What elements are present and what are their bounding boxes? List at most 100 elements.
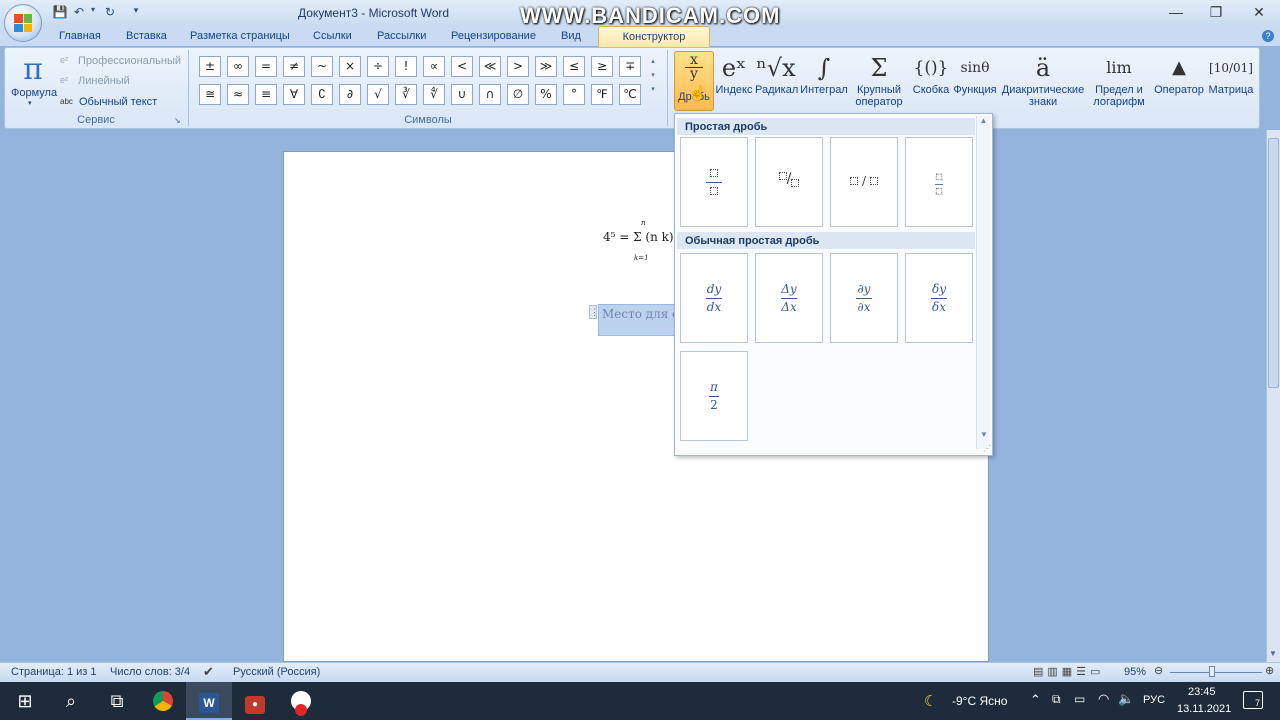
tab-page-layout[interactable]: Разметка страницы	[190, 30, 290, 42]
radical-button[interactable]: ⁿ√x Радикал	[755, 52, 798, 96]
scrollbar-thumb[interactable]	[1268, 138, 1279, 388]
formula-button[interactable]: Формула	[11, 87, 57, 99]
volume-icon[interactable]: 🔈	[1118, 691, 1134, 707]
symbol-button[interactable]: >	[507, 56, 529, 77]
symbol-button[interactable]: ≅	[199, 84, 221, 105]
symbol-button[interactable]: !	[395, 56, 417, 77]
undo-icon[interactable]: ↶	[72, 5, 86, 21]
help-icon[interactable]: ?	[1262, 30, 1274, 42]
input-language[interactable]: РУС	[1143, 694, 1165, 706]
search-icon[interactable]: ⌕	[48, 682, 94, 720]
symbol-button[interactable]: ≫	[535, 56, 557, 77]
weather-text[interactable]: -9°C Ясно	[952, 694, 1007, 708]
fraction-small[interactable]	[905, 137, 973, 227]
equation-handle-icon[interactable]: ⋮	[589, 305, 599, 319]
symbol-button[interactable]: ∁	[311, 84, 333, 105]
index-button[interactable]: eˣ Индекс	[715, 52, 753, 96]
minimize-icon[interactable]: —	[1166, 4, 1186, 20]
symbol-button[interactable]: ∝	[423, 56, 445, 77]
tab-home[interactable]: Главная	[59, 30, 101, 42]
scroll-up-icon[interactable]: ▲	[977, 116, 990, 125]
maximize-icon[interactable]: ❐	[1206, 4, 1226, 20]
matrix-button[interactable]: [10/01] Матрица	[1207, 52, 1255, 96]
clock-time[interactable]: 23:45	[1188, 686, 1216, 698]
undo-dropdown-icon[interactable]: ▾	[88, 5, 98, 21]
close-icon[interactable]: ✕	[1249, 4, 1269, 20]
wifi-icon[interactable]: ◠	[1098, 691, 1109, 707]
notifications-icon[interactable]: 7	[1243, 691, 1263, 709]
equation-1[interactable]: 4⁵ = Σ (n k)	[603, 230, 674, 244]
large-operator-button[interactable]: Σ Крупный оператор	[850, 52, 908, 108]
symbol-button[interactable]: ∅	[507, 84, 529, 105]
zoom-slider-thumb[interactable]	[1209, 666, 1215, 677]
symbol-button[interactable]: ∀	[283, 84, 305, 105]
tab-references[interactable]: Ссылки	[313, 30, 352, 42]
fraction-stacked[interactable]	[680, 137, 748, 227]
symbol-button[interactable]: ≡	[255, 84, 277, 105]
chrome-icon[interactable]	[140, 682, 186, 720]
fraction-delta-y-delta-x[interactable]: Δy Δx	[755, 253, 823, 343]
spellcheck-icon[interactable]: ✔	[203, 664, 214, 680]
function-button[interactable]: sinθ Функция	[952, 52, 998, 96]
zoom-out-icon[interactable]: ⊖	[1154, 664, 1163, 677]
fraction-dy-dx[interactable]: dy dx	[680, 253, 748, 343]
symbol-button[interactable]: %	[535, 84, 557, 105]
symbol-button[interactable]: ≠	[283, 56, 305, 77]
fraction-skewed[interactable]: /	[755, 137, 823, 227]
tab-review[interactable]: Рецензирование	[451, 30, 536, 42]
view-buttons-icon[interactable]: ▤▥▦☰▭	[1033, 665, 1104, 678]
symbol-button[interactable]: ×	[339, 56, 361, 77]
gallery-scrollbar[interactable]: ▲ ▼	[976, 116, 990, 449]
tray-expand-icon[interactable]: ⌃	[1030, 692, 1041, 708]
bracket-button[interactable]: {()} Скобка	[910, 52, 952, 96]
limit-log-button[interactable]: lim Предел и логарифм	[1087, 52, 1151, 108]
professional-button[interactable]: Профессиональный	[78, 55, 181, 67]
accents-button[interactable]: ä Диакритические знаки	[1000, 52, 1086, 108]
symbol-button[interactable]: ≥	[591, 56, 613, 77]
symbol-button[interactable]: ∞	[227, 56, 249, 77]
fraction-small-delta[interactable]: δy δx	[905, 253, 973, 343]
office-button[interactable]	[4, 4, 42, 42]
tab-insert[interactable]: Вставка	[126, 30, 167, 42]
record-icon[interactable]	[278, 682, 324, 720]
service-launcher-icon[interactable]: ↘	[174, 116, 181, 125]
symbol-button[interactable]: =	[255, 56, 277, 77]
windows-start-icon[interactable]: ⊞	[2, 682, 48, 720]
symbol-button[interactable]: ℃	[619, 84, 641, 105]
symbol-button[interactable]: √	[367, 84, 389, 105]
symbol-button[interactable]: <	[451, 56, 473, 77]
fraction-pi-over-2[interactable]: π2	[680, 351, 748, 441]
bandicam-taskbar-icon[interactable]: ●	[232, 682, 278, 720]
tab-constructor[interactable]: Конструктор	[598, 26, 710, 48]
formula-dropdown-icon[interactable]: ▾	[28, 99, 32, 107]
fraction-linear[interactable]: /	[830, 137, 898, 227]
integral-button[interactable]: ∫ Интеграл	[799, 52, 849, 96]
fraction-partial-y-partial-x[interactable]: ∂y ∂x	[830, 253, 898, 343]
customize-qat-icon[interactable]: ▾	[130, 5, 142, 21]
symbol-button[interactable]: ÷	[367, 56, 389, 77]
symbol-button[interactable]: ≤	[563, 56, 585, 77]
word-taskbar-icon[interactable]: W	[186, 682, 232, 720]
symbols-scroll-icon[interactable]: ▴ ▾ ▾	[648, 55, 658, 97]
next-page-icon[interactable]: ▼	[1269, 649, 1277, 658]
zoom-in-icon[interactable]: ⊕	[1265, 664, 1274, 677]
battery-icon[interactable]: ▭	[1074, 692, 1085, 706]
symbol-button[interactable]: ∛	[395, 84, 417, 105]
symbol-button[interactable]: ≪	[479, 56, 501, 77]
resize-grip-icon[interactable]: ⋰	[983, 444, 991, 453]
word-count[interactable]: Число слов: 3/4	[110, 666, 190, 678]
tray-app-icon[interactable]: ⧉	[1052, 692, 1061, 707]
symbol-button[interactable]: ±	[199, 56, 221, 77]
pi-icon[interactable]: π	[18, 52, 48, 87]
symbol-button[interactable]: ∩	[479, 84, 501, 105]
tab-mailings[interactable]: Рассылки	[377, 30, 426, 42]
task-view-icon[interactable]: ⧉	[94, 682, 140, 720]
zoom-level[interactable]: 95%	[1124, 666, 1146, 678]
symbol-button[interactable]: ℉	[591, 84, 613, 105]
plain-text-button[interactable]: Обычный текст	[79, 96, 157, 108]
symbol-button[interactable]: ~	[311, 56, 333, 77]
operator-button[interactable]: ▲ Оператор	[1152, 52, 1206, 96]
page-count[interactable]: Страница: 1 из 1	[11, 666, 97, 678]
symbol-button[interactable]: ≈	[227, 84, 249, 105]
tab-view[interactable]: Вид	[561, 30, 581, 42]
